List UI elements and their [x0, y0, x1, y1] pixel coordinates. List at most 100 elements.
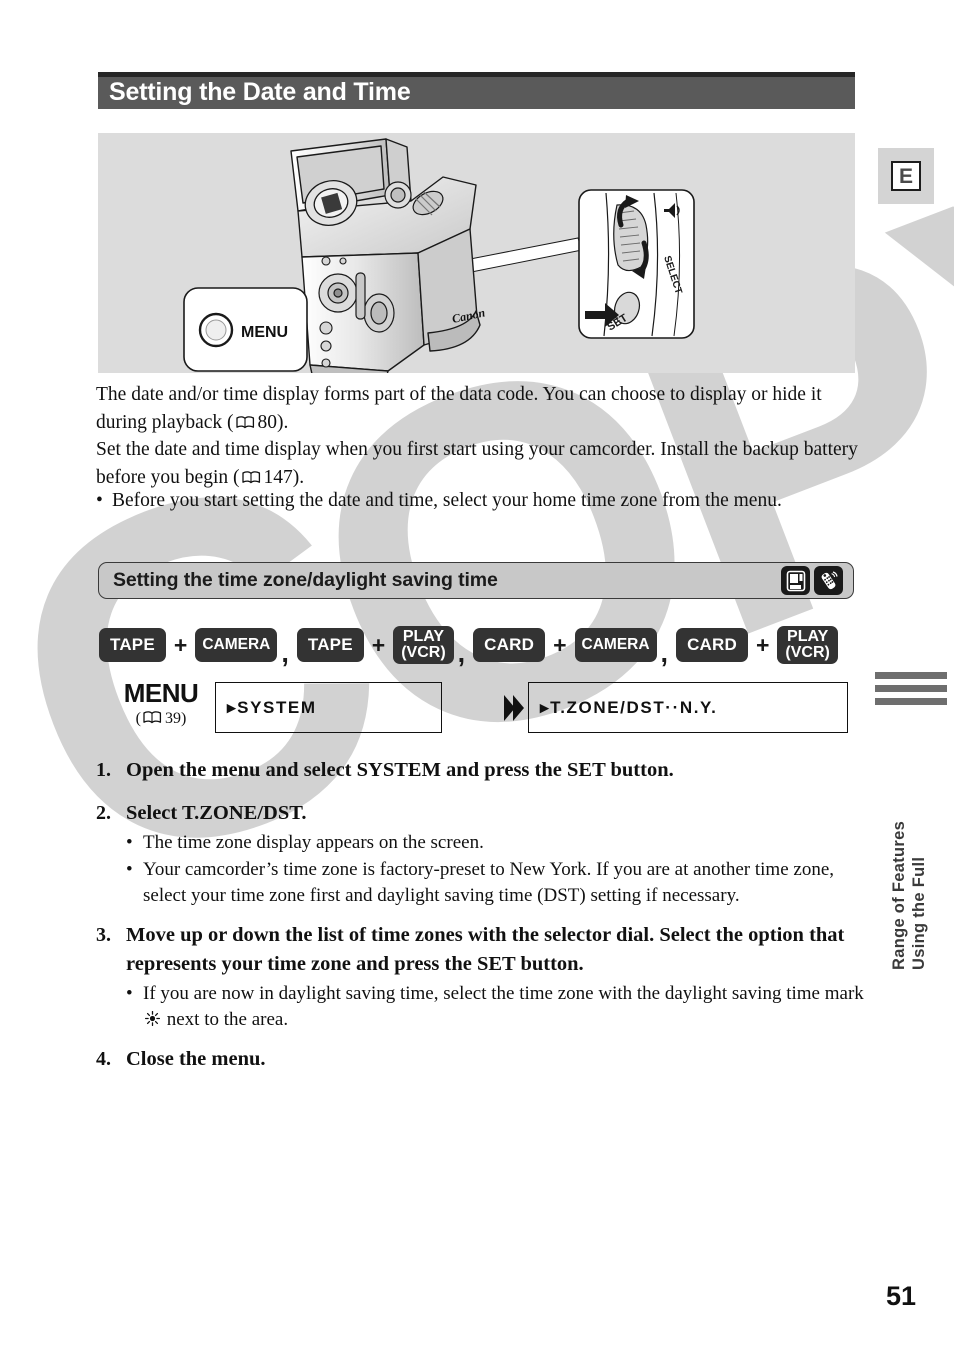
step-3-bullet-1-text: If you are now in daylight saving time, … [143, 981, 864, 1033]
plus-sign: + [371, 631, 386, 658]
chapter-rail-title-line-1: Using the Full [910, 856, 928, 970]
book-page-ref-icon [241, 470, 261, 484]
camcorder-illustration: Canon MENU SET SELECT [98, 133, 855, 373]
step-2: 2. Select T.ZONE/DST. [96, 799, 864, 828]
step-2-number: 2. [96, 802, 111, 824]
menu-ref-open: ( [135, 710, 141, 727]
bullet-dot: • [96, 490, 103, 511]
step-2-bullet-1: • The time zone display appears on the s… [126, 830, 864, 856]
language-tab: E [878, 148, 934, 204]
intro-paragraph-1-page-ref: 80 [257, 411, 278, 433]
section-header-bar: Setting the time zone/daylight saving ti… [98, 562, 854, 599]
step-4-heading: Close the menu. [126, 1048, 266, 1070]
menu-callout-label: MENU [241, 324, 288, 341]
menu-navigation-row: MENU (39) ▸SYSTEM ▸T.ZONE/DST··N.Y. [99, 678, 859, 740]
step-2-bullets: • The time zone display appears on the s… [126, 830, 864, 909]
intro-paragraph-2-text-b: ). [292, 466, 305, 488]
step-3-number: 3. [96, 924, 111, 946]
chevron-right-icon [503, 693, 525, 729]
mode-badge-play-vcr-2-line2: (VCR) [785, 644, 830, 661]
step-3-heading: Move up or down the list of time zones w… [126, 924, 845, 975]
section-header-title: Setting the time zone/daylight saving ti… [113, 569, 498, 591]
card-camcorder-icon [781, 566, 810, 595]
chapter-rail-title: Using the Full Range of Features [869, 740, 929, 970]
chevron-right-icon-svg [504, 695, 524, 721]
mode-badge-tape-2: TAPE [296, 628, 364, 662]
mode-badge-play-vcr-2-line1: PLAY [787, 627, 829, 645]
language-tab-letter: E [891, 161, 921, 191]
book-page-ref-icon [143, 711, 162, 724]
mode-badge-play-vcr-2: PLAY (VCR) [777, 626, 838, 664]
camcorder-illustration-svg: Canon MENU SET SELECT [183, 138, 695, 373]
manual-page: Setting the Date and Time E Canon MENU S… [0, 0, 954, 1357]
step-2-bullet-1-text: The time zone display appears on the scr… [143, 832, 484, 853]
menu-label-block: MENU (39) [101, 678, 221, 728]
instruction-steps: 1. Open the menu and select SYSTEM and p… [96, 756, 864, 1076]
chapter-rail-title-line-2: Range of Features [890, 820, 908, 970]
mode-badge-card-2: CARD [676, 628, 748, 662]
page-title-bar: Setting the Date and Time [98, 72, 855, 109]
intro-paragraph-1: The date and/or time display forms part … [96, 381, 861, 436]
step-2-bullet-2-text: Your camcorder’s time zone is factory-pr… [143, 859, 835, 906]
chapter-rail-bar [875, 672, 947, 679]
page-title: Setting the Date and Time [109, 77, 411, 106]
mode-badge-camera-1: CAMERA [195, 628, 278, 662]
daylight-saving-mark-icon [144, 1010, 161, 1029]
plus-sign: + [553, 631, 567, 658]
intro-bullet-list: • Before you start setting the date and … [96, 487, 861, 515]
menu-callout: MENU [183, 287, 308, 372]
menu-screen-system[interactable]: ▸SYSTEM [215, 682, 442, 733]
menu-page-reference: (39) [101, 710, 221, 728]
page-number: 51 [885, 1281, 916, 1311]
chapter-rail-bar [875, 698, 947, 705]
intro-paragraph-2-page-ref: 147 [263, 466, 293, 488]
chapter-rail-bars [875, 672, 947, 711]
bullet-dot: • [126, 832, 133, 853]
intro-paragraph-2-text-a: Set the date and time display when you f… [96, 439, 858, 488]
remote-control-icon [814, 566, 843, 595]
menu-screen-system-text: ▸SYSTEM [227, 697, 317, 717]
menu-screen-tzone-dst[interactable]: ▸T.ZONE/DST··N.Y. [528, 682, 848, 733]
intro-paragraph-1-text-b: ). [277, 411, 289, 433]
step-3-bullet-1-text-a: If you are now in daylight saving time, … [143, 983, 864, 1004]
plus-sign: + [755, 631, 770, 658]
section-header-icons [781, 566, 853, 595]
menu-ref-close: ) [181, 710, 187, 727]
badge-separator-comma: , [457, 638, 466, 669]
menu-screen-tzone-dst-text: ▸T.ZONE/DST··N.Y. [540, 697, 718, 717]
mode-badge-play-vcr-1-line1: PLAY [402, 627, 445, 645]
mode-badge-card-1: CARD [473, 628, 546, 662]
intro-bullet-text: Before you start setting the date and ti… [112, 490, 782, 511]
intro-paragraph-1-text-a: The date and/or time display forms part … [96, 384, 822, 433]
selector-dial-inset: SET SELECT [578, 189, 695, 339]
step-3-bullet-1: • If you are now in daylight saving time… [126, 981, 864, 1033]
mode-badge-play-vcr-1: PLAY (VCR) [393, 626, 454, 664]
step-1-number: 1. [96, 759, 111, 781]
bullet-dot: • [126, 983, 133, 1004]
badge-separator-comma: , [660, 638, 669, 669]
bullet-dot: • [126, 859, 133, 880]
step-3-bullet-1-text-b: next to the area. [166, 1009, 289, 1030]
intro-paragraph-2: Set the date and time display when you f… [96, 436, 861, 491]
step-1-heading: Open the menu and select SYSTEM and pres… [126, 759, 674, 781]
mode-badge-row: TAPE + CAMERA , TAPE + PLAY (VCR) , CARD… [99, 624, 859, 669]
chapter-rail-bar [875, 685, 947, 692]
book-page-ref-icon [235, 415, 255, 429]
step-2-heading: Select T.ZONE/DST. [126, 802, 307, 824]
intro-bullet-item: • Before you start setting the date and … [96, 487, 861, 515]
badge-separator-comma: , [281, 638, 289, 669]
step-4: 4. Close the menu. [96, 1045, 864, 1074]
step-3-bullets: • If you are now in daylight saving time… [126, 981, 864, 1033]
intro-paragraphs: The date and/or time display forms part … [96, 381, 861, 491]
menu-label: MENU [123, 678, 199, 708]
plus-sign: + [173, 631, 188, 658]
mode-badge-play-vcr-1-line2: (VCR) [401, 644, 446, 661]
mode-badge-camera-2: CAMERA [574, 628, 657, 662]
mode-badge-tape-1: TAPE [99, 628, 166, 662]
step-3: 3. Move up or down the list of time zone… [96, 921, 864, 979]
step-1: 1. Open the menu and select SYSTEM and p… [96, 756, 864, 785]
menu-ref-page: 39 [165, 710, 181, 727]
